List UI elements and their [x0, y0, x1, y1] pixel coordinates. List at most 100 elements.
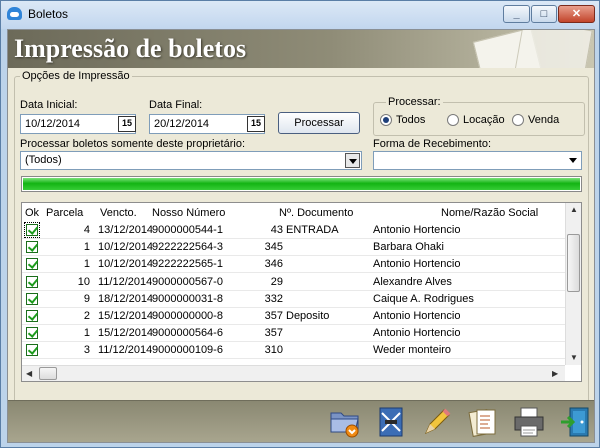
table-row[interactable]: 10 11/12/2014 9000000567-0 29 Alexandre Alve…: [22, 274, 565, 291]
report-icon[interactable]: [466, 405, 500, 439]
data-inicial-value: 10/12/2014: [25, 118, 81, 130]
radio-locacao-label[interactable]: Locação: [463, 114, 505, 126]
radio-venda[interactable]: [512, 114, 524, 126]
column-header-vencto[interactable]: Vencto.: [100, 207, 137, 219]
exit-door-icon[interactable]: [558, 405, 592, 439]
data-final-label: Data Final:: [149, 99, 203, 111]
column-header-ok[interactable]: Ok: [25, 207, 39, 219]
cell-nosso-numero: 9000000567-0: [152, 275, 223, 288]
forma-recebimento-label: Forma de Recebimento:: [373, 138, 491, 150]
cell-vencto: 11/12/2014: [98, 275, 153, 288]
pencil-icon[interactable]: [420, 405, 454, 439]
cell-parcela: 1: [83, 241, 90, 254]
scroll-up-icon[interactable]: ▲: [570, 205, 578, 214]
cell-documento: 345: [264, 241, 283, 254]
minimize-button[interactable]: _: [503, 5, 530, 23]
column-header-parcela[interactable]: Parcela: [46, 207, 83, 219]
calendar-icon[interactable]: 15: [118, 116, 136, 132]
scroll-right-icon[interactable]: ▶: [552, 369, 558, 378]
cell-nome: Antonio Hortencio: [373, 327, 461, 340]
radio-venda-label[interactable]: Venda: [528, 114, 559, 126]
row-checkbox[interactable]: [26, 258, 38, 271]
cell-nome: Antonio Hortencio: [373, 224, 461, 236]
cell-documento: 29: [270, 275, 283, 288]
cell-vencto: 10/12/2014: [98, 241, 154, 254]
processar-button[interactable]: Processar: [278, 112, 360, 134]
radio-todos-label[interactable]: Todos: [396, 114, 425, 126]
progress-bar: [21, 176, 582, 192]
column-header-nosso-numero[interactable]: Nosso Número: [152, 207, 225, 219]
cell-nome: Alexandre Alves: [373, 275, 452, 288]
chevron-down-icon[interactable]: [569, 158, 577, 163]
column-header-documento[interactable]: Nº. Documento: [279, 207, 353, 219]
cell-parcela: 9: [83, 292, 90, 305]
horizontal-scroll-thumb[interactable]: [39, 367, 57, 380]
column-header-nome[interactable]: Nome/Razão Social: [441, 207, 538, 219]
cell-vencto: 15/12/2014: [98, 327, 154, 340]
cell-parcela: 2: [83, 310, 90, 322]
processar-legend: Processar:: [386, 96, 443, 108]
cell-documento: 357: [264, 327, 283, 340]
cell-vencto: 10/12/2014: [98, 258, 154, 271]
window-title: Boletos: [28, 7, 69, 21]
progress-fill: [23, 178, 580, 190]
action-toolbar: [8, 400, 594, 442]
row-checkbox[interactable]: [26, 310, 38, 322]
cell-documento-extra: Deposito: [286, 310, 330, 322]
calendar-icon[interactable]: 15: [247, 116, 265, 132]
boletos-window: Boletos _ □ ✕ Impressão de boletos Opçõe…: [0, 0, 600, 448]
proprietario-label: Processar boletos somente deste propriet…: [20, 138, 246, 150]
print-options-legend: Opções de Impressão: [20, 70, 132, 82]
chevron-down-icon[interactable]: [345, 153, 360, 168]
cell-vencto: 15/12/2014: [98, 310, 154, 322]
table-row[interactable]: 1 10/12/2014 9222222564-3 345 Barbara Ohaki: [22, 239, 565, 257]
paper-decoration-icon: [513, 30, 593, 68]
forma-recebimento-select[interactable]: [373, 151, 582, 170]
cell-parcela: 4: [83, 224, 90, 236]
cell-vencto: 18/12/2014: [98, 292, 154, 305]
cell-parcela: 1: [83, 327, 90, 340]
table-row[interactable]: 9 18/12/2014 9000000031-8 332 Caique A. Rodr…: [22, 291, 565, 308]
table-row[interactable]: 1 15/12/2014 9000000564-6 357 Antonio Horten…: [22, 325, 565, 343]
open-folder-icon[interactable]: [328, 405, 362, 439]
data-inicial-label: Data Inicial:: [20, 99, 78, 111]
proprietario-value: (Todos): [25, 154, 62, 166]
cell-nosso-numero: 9000000564-6: [152, 327, 223, 340]
table-row[interactable]: 1 10/12/2014 9222222565-1 346 Antonio Horten…: [22, 256, 565, 274]
close-button[interactable]: ✕: [558, 5, 595, 23]
radio-locacao[interactable]: [447, 114, 459, 126]
cloud-app-icon: [7, 7, 22, 20]
table-row[interactable]: 2 15/12/2014 9000000000-8 357 Deposito Antoni…: [22, 308, 565, 325]
horizontal-scrollbar[interactable]: ◀ ▶: [22, 365, 565, 381]
cell-nosso-numero: 9000000031-8: [152, 292, 223, 305]
page-title: Impressão de boletos: [14, 34, 247, 63]
vertical-scroll-thumb[interactable]: [567, 234, 580, 292]
table-row[interactable]: 4 13/12/2014 9000000544-1 43 ENTRADA Antonio …: [22, 222, 565, 239]
cell-nosso-numero: 9222222565-1: [152, 258, 223, 271]
row-checkbox[interactable]: [26, 344, 38, 357]
mail-icon[interactable]: [374, 405, 408, 439]
cell-nosso-numero: 9000000109-6: [152, 344, 223, 357]
cell-documento: 357: [264, 310, 283, 322]
row-checkbox[interactable]: [26, 327, 38, 340]
cell-documento: 332: [264, 292, 283, 305]
cell-nome: Antonio Hortencio: [373, 258, 461, 271]
row-checkbox[interactable]: [26, 241, 38, 254]
table-row[interactable]: 3 11/12/2014 9000000109-6 310 Weder monteiro: [22, 342, 565, 360]
printer-icon[interactable]: [512, 405, 546, 439]
cell-nosso-numero: 9000000000-8: [152, 310, 223, 322]
cell-nome: Caique A. Rodrigues: [373, 292, 474, 305]
row-checkbox[interactable]: [26, 275, 38, 288]
data-final-value: 20/12/2014: [154, 118, 210, 130]
title-bar[interactable]: Boletos _ □ ✕: [1, 1, 599, 29]
row-checkbox[interactable]: [26, 292, 38, 305]
cell-parcela: 3: [83, 344, 90, 357]
proprietario-select[interactable]: (Todos): [20, 151, 362, 170]
boletos-table: Ok Parcela Vencto. Nosso Número Nº. Docu…: [21, 202, 582, 382]
maximize-button[interactable]: □: [531, 5, 557, 23]
radio-todos[interactable]: [380, 114, 392, 126]
scroll-down-icon[interactable]: ▼: [570, 353, 578, 362]
scroll-left-icon[interactable]: ◀: [26, 369, 32, 378]
vertical-scrollbar[interactable]: ▲ ▼: [565, 203, 581, 365]
row-checkbox[interactable]: [24, 222, 40, 238]
